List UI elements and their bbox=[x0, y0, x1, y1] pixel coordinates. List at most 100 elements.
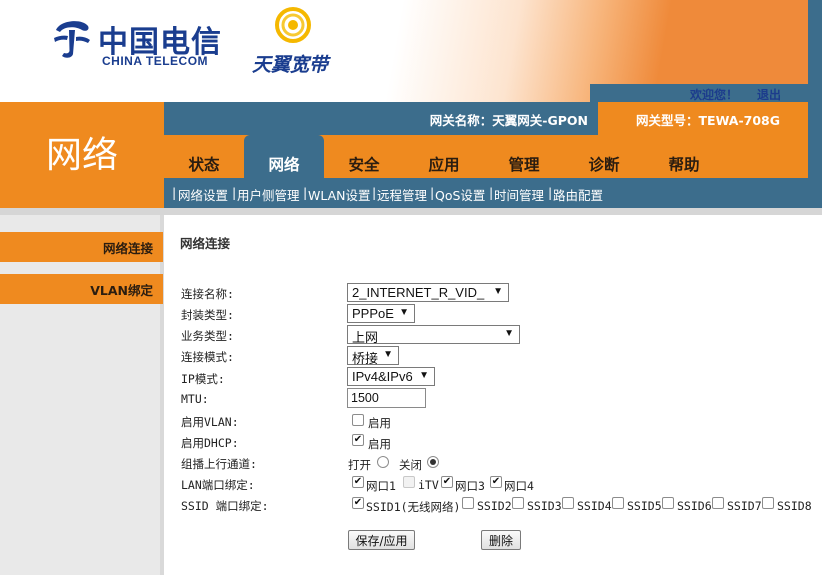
lan-port-1-checkbox[interactable]: ✔ bbox=[352, 476, 364, 488]
conn-mode-label: 连接模式: bbox=[181, 350, 234, 364]
service-type-label: 业务类型: bbox=[181, 329, 234, 343]
mtu-input[interactable]: 1500 bbox=[347, 388, 426, 408]
subnav-separator: | bbox=[372, 185, 377, 200]
conn-name-label: 连接名称: bbox=[181, 287, 234, 301]
tab-management[interactable]: 管理 bbox=[484, 135, 564, 178]
multicast-close-radio[interactable] bbox=[427, 456, 439, 468]
content-title: 网络连接 bbox=[180, 236, 231, 251]
subnav-network-settings[interactable]: 网络设置 bbox=[178, 185, 228, 204]
info-bar-edge bbox=[808, 102, 822, 135]
subnav-remote-management[interactable]: 远程管理 bbox=[377, 185, 427, 204]
ssid7-checkbox[interactable] bbox=[712, 497, 724, 509]
conn-mode-select[interactable]: 桥接 ▼ bbox=[347, 346, 399, 366]
enable-vlan-text: 启用 bbox=[368, 416, 391, 430]
tab-application[interactable]: 应用 bbox=[404, 135, 484, 178]
enable-dhcp-text: 启用 bbox=[368, 437, 391, 451]
chevron-down-icon: ▼ bbox=[383, 349, 393, 360]
service-type-value: 上网 bbox=[352, 330, 379, 345]
china-telecom-logo: 中国电信 CHINA TELECOM bbox=[50, 14, 225, 72]
conn-name-value: 2_INTERNET_R_VID_ bbox=[352, 285, 485, 300]
subnav-separator: | bbox=[303, 185, 308, 200]
encap-type-select[interactable]: PPPoE ▼ bbox=[347, 304, 415, 323]
ssid5-text: SSID5 bbox=[627, 499, 662, 513]
save-apply-button[interactable]: 保存/应用 bbox=[348, 530, 415, 550]
enable-vlan-checkbox[interactable] bbox=[352, 414, 364, 426]
welcome-text: 欢迎您！ bbox=[690, 88, 739, 102]
lan-port-3-checkbox[interactable]: ✔ bbox=[441, 476, 453, 488]
ssid4-text: SSID4 bbox=[577, 499, 612, 513]
ssid8-checkbox[interactable] bbox=[762, 497, 774, 509]
subnav-separator: | bbox=[172, 185, 177, 200]
ssid4-checkbox[interactable] bbox=[562, 497, 574, 509]
conn-mode-value: 桥接 bbox=[352, 351, 379, 366]
header-divider-strip bbox=[0, 208, 822, 215]
ssid1-text: SSID1(无线网络) bbox=[366, 500, 461, 514]
ssid2-text: SSID2 bbox=[477, 499, 512, 513]
subnav-time-management[interactable]: 时间管理 bbox=[494, 185, 544, 204]
conn-name-select[interactable]: 2_INTERNET_R_VID_ ▼ bbox=[347, 283, 509, 302]
ssid3-checkbox[interactable] bbox=[512, 497, 524, 509]
enable-vlan-label: 启用VLAN: bbox=[181, 415, 239, 429]
section-title: 网络 bbox=[0, 102, 164, 208]
ssid5-checkbox[interactable] bbox=[612, 497, 624, 509]
ip-mode-value: IPv4&IPv6 bbox=[352, 369, 413, 384]
sidebar-item-vlan-binding[interactable]: VLAN绑定 bbox=[0, 274, 163, 304]
mtu-label: MTU: bbox=[181, 392, 209, 406]
chevron-down-icon: ▼ bbox=[493, 286, 503, 297]
gateway-model-bar: 网关型号：TEWA-708G bbox=[598, 102, 808, 135]
subnav-separator: | bbox=[232, 185, 237, 200]
ip-mode-label: IP模式: bbox=[181, 372, 225, 386]
tab-network[interactable]: 网络 bbox=[244, 135, 324, 178]
enable-dhcp-label: 启用DHCP: bbox=[181, 436, 239, 450]
lan-bind-label: LAN端口绑定: bbox=[181, 478, 255, 492]
tab-status[interactable]: 状态 bbox=[164, 135, 244, 178]
sidebar-item-network-connection[interactable]: 网络连接 bbox=[0, 232, 163, 262]
lan-port-4-text: 网口4 bbox=[504, 479, 534, 493]
enable-dhcp-checkbox[interactable]: ✔ bbox=[352, 434, 364, 446]
sub-navigation: | 网络设置 | 用户侧管理 | WLAN设置 | 远程管理 | QoS设置 |… bbox=[164, 178, 808, 208]
lan-port-3-text: 网口3 bbox=[455, 479, 485, 493]
lan-port-itv-checkbox bbox=[403, 476, 415, 488]
sidebar bbox=[0, 215, 160, 575]
gateway-name: 网关名称：天翼网关-GPON bbox=[429, 113, 588, 128]
delete-button[interactable]: 删除 bbox=[481, 530, 521, 550]
chevron-down-icon: ▼ bbox=[504, 328, 514, 339]
chevron-down-icon: ▼ bbox=[419, 370, 429, 381]
subnav-separator: | bbox=[430, 185, 435, 200]
ssid2-checkbox[interactable] bbox=[462, 497, 474, 509]
ssid6-checkbox[interactable] bbox=[662, 497, 674, 509]
ssid8-text: SSID8 bbox=[777, 499, 812, 513]
chevron-down-icon: ▼ bbox=[399, 307, 409, 318]
tab-help[interactable]: 帮助 bbox=[644, 135, 724, 178]
multicast-label: 组播上行通道: bbox=[181, 457, 257, 471]
ssid6-text: SSID6 bbox=[677, 499, 712, 513]
tabs-edge bbox=[808, 135, 822, 178]
encap-type-value: PPPoE bbox=[352, 306, 394, 321]
brand-english-name: CHINA TELECOM bbox=[102, 54, 209, 68]
ssid7-text: SSID7 bbox=[727, 499, 762, 513]
logout-link[interactable]: 退出 bbox=[757, 86, 781, 103]
subnav-separator: | bbox=[489, 185, 494, 200]
tab-security[interactable]: 安全 bbox=[324, 135, 404, 178]
subnav-routing-config[interactable]: 路由配置 bbox=[553, 185, 603, 204]
ssid3-text: SSID3 bbox=[527, 499, 562, 513]
subnav-qos-settings[interactable]: QoS设置 bbox=[435, 185, 485, 204]
ip-mode-select[interactable]: IPv4&IPv6 ▼ bbox=[347, 367, 435, 386]
page-header: 中国电信 CHINA TELECOM 天翼宽带 欢迎您！ 退出 bbox=[0, 0, 822, 102]
gateway-info-bar: 网关名称：天翼网关-GPON bbox=[164, 102, 598, 135]
lan-port-itv-text: iTV bbox=[418, 478, 439, 492]
multicast-open-radio[interactable] bbox=[377, 456, 389, 468]
subnav-edge bbox=[808, 178, 822, 208]
lan-port-1-text: 网口1 bbox=[366, 479, 396, 493]
lan-port-4-checkbox[interactable]: ✔ bbox=[490, 476, 502, 488]
china-telecom-emblem-icon bbox=[54, 21, 90, 58]
broadband-logo-text: 天翼宽带 bbox=[252, 54, 329, 76]
multicast-close-text: 关闭 bbox=[399, 458, 422, 472]
ssid1-checkbox[interactable]: ✔ bbox=[352, 497, 364, 509]
tab-diagnostics[interactable]: 诊断 bbox=[564, 135, 644, 178]
tianyi-ring-icon bbox=[275, 7, 311, 43]
subnav-separator: | bbox=[548, 185, 553, 200]
service-type-select[interactable]: 上网 ▼ bbox=[347, 325, 520, 345]
subnav-user-side-management[interactable]: 用户侧管理 bbox=[237, 185, 300, 204]
subnav-wlan-settings[interactable]: WLAN设置 bbox=[308, 185, 371, 204]
